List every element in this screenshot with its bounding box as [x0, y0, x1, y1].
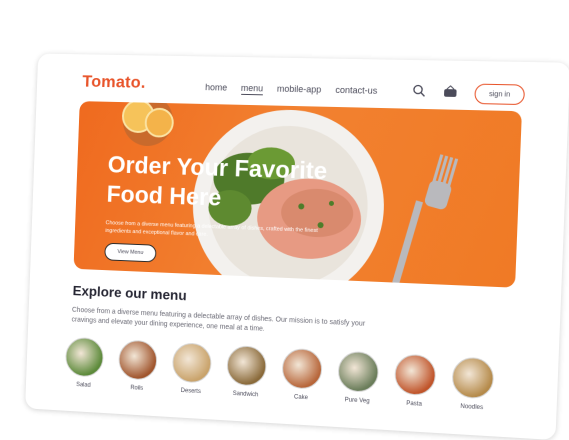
hero-banner: Order Your Favorite Food Here Choose fro…: [73, 101, 522, 288]
explore-menu-title: Explore our menu: [72, 282, 187, 304]
menu-item-label: Deserts: [180, 388, 201, 396]
explore-menu-text: Choose from a diverse menu featuring a d…: [71, 306, 366, 333]
logo[interactable]: Tomato.: [82, 72, 146, 93]
menu-item-pure-veg[interactable]: Pure Veg: [336, 350, 380, 406]
nav-contact-us[interactable]: contact-us: [335, 85, 377, 98]
menu-item-label: Sandwich: [232, 390, 259, 399]
menu-categories: Salad Rolls Deserts Sandwich Cake Pure V…: [63, 336, 496, 412]
menu-item-cake[interactable]: Cake: [280, 347, 324, 402]
menu-item-sandwich[interactable]: Sandwich: [225, 344, 268, 399]
basket-icon[interactable]: [443, 85, 457, 98]
menu-item-rolls[interactable]: Rolls: [117, 339, 159, 392]
sandwich-image[interactable]: [226, 344, 268, 387]
menu-item-noodles[interactable]: Noodles: [450, 356, 496, 411]
menu-item-salad[interactable]: Salad: [63, 336, 105, 390]
main-nav: home menu mobile-app contact-us: [205, 82, 377, 98]
menu-item-label: Salad: [76, 382, 91, 389]
pure-veg-image[interactable]: [337, 350, 380, 394]
nav-mobile-app[interactable]: mobile-app: [277, 84, 322, 97]
page-card: Tomato. home menu mobile-app contact-us …: [25, 53, 569, 440]
nav-home[interactable]: home: [205, 82, 227, 94]
nav-menu[interactable]: menu: [240, 82, 264, 96]
deserts-image[interactable]: [171, 342, 213, 384]
noodles-image[interactable]: [451, 356, 495, 400]
menu-item-label: Pure Veg: [344, 397, 370, 405]
menu-item-pasta[interactable]: Pasta: [392, 353, 437, 408]
rolls-image[interactable]: [117, 339, 158, 381]
search-icon[interactable]: [413, 84, 426, 96]
hero-title: Order Your Favorite Food Here: [106, 151, 328, 212]
salad-image[interactable]: [64, 336, 105, 378]
menu-item-label: Cake: [293, 394, 309, 402]
menu-item-deserts[interactable]: Deserts: [170, 342, 213, 396]
menu-item-label: Pasta: [406, 400, 423, 408]
pasta-image[interactable]: [393, 353, 437, 397]
cake-image[interactable]: [281, 347, 323, 390]
view-menu-button[interactable]: View Menu: [104, 242, 157, 263]
menu-item-label: Noodles: [460, 403, 484, 412]
menu-item-label: Rolls: [130, 385, 144, 392]
sign-in-button[interactable]: sign in: [474, 83, 526, 106]
